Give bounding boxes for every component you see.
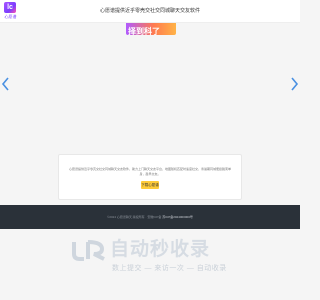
watermark: 自动秒收录 数上提交 — 来访一次 — 自动收录	[70, 238, 240, 278]
footer-copyright-text: ©2024 心愿谱聊天 版权所有 · 安徽ICP备	[107, 215, 162, 219]
download-button[interactable]: 下载心愿谱	[141, 181, 159, 189]
banner-image-text: 择到科了	[128, 27, 160, 35]
intro-description: 心愿谱提供近乎零壳交社交同城聊天交友软件，助力上门聊天交友平台，地图随机匹配时速…	[68, 167, 231, 176]
site-header: lc 心愿谱 心愿谱提供近乎零壳交社交同城聊天交友软件	[0, 0, 300, 23]
chevron-right-icon	[291, 77, 299, 91]
page-title: 心愿谱提供近乎零壳交社交同城聊天交友软件	[99, 8, 200, 14]
site-footer: ©2024 心愿谱聊天 版权所有 · 安徽ICP备 苏ICP备202400000…	[0, 205, 300, 229]
chevron-left-icon	[1, 77, 9, 91]
watermark-title: 自动秒收录	[110, 239, 211, 260]
banner-carousel: 择到科了	[0, 23, 300, 150]
intro-card: 心愿谱提供近乎零壳交社交同城聊天交友软件，助力上门聊天交友平台，地图随机匹配时速…	[58, 154, 242, 200]
banner-image[interactable]: 择到科了	[126, 23, 176, 35]
carousel-prev-button[interactable]	[1, 77, 11, 91]
carousel-next-button[interactable]	[289, 77, 299, 91]
footer-copyright: ©2024 心愿谱聊天 版权所有 · 安徽ICP备 苏ICP备202400000…	[0, 215, 300, 219]
footer-icp-link[interactable]: 苏ICP备2024000000号	[162, 215, 193, 219]
watermark-subtitle: 数上提交 — 来访一次 — 自动收录	[112, 265, 227, 272]
watermark-logo-icon	[70, 238, 110, 262]
